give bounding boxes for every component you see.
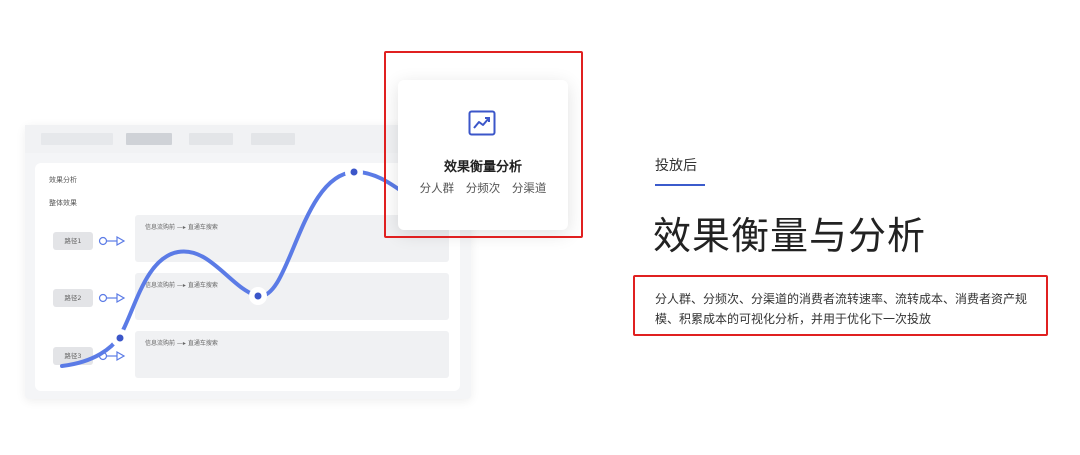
page-title: 效果衡量与分析 bbox=[653, 214, 927, 258]
path-chip: 路径3 bbox=[53, 347, 93, 365]
stage-label: 投放后 bbox=[655, 158, 697, 174]
highlight-box-card bbox=[384, 51, 583, 238]
mock-tab bbox=[41, 133, 113, 145]
stage-underline bbox=[655, 184, 705, 186]
path-flow-text: 信息流购前 —▸ 直通车搜索 bbox=[145, 282, 218, 289]
highlight-box-description bbox=[633, 275, 1048, 336]
mock-tab bbox=[189, 133, 233, 145]
path-flow-text: 信息流购前 —▸ 直通车搜索 bbox=[145, 340, 218, 347]
section-label: 效果分析 bbox=[49, 176, 77, 184]
path-flow-text: 信息流购前 —▸ 直通车搜索 bbox=[145, 224, 218, 231]
subsection-label: 整体效果 bbox=[49, 199, 77, 207]
path-chip: 路径1 bbox=[53, 232, 93, 250]
mock-tab bbox=[251, 133, 295, 145]
mock-tab-active bbox=[126, 133, 172, 145]
path-chip: 路径2 bbox=[53, 289, 93, 307]
